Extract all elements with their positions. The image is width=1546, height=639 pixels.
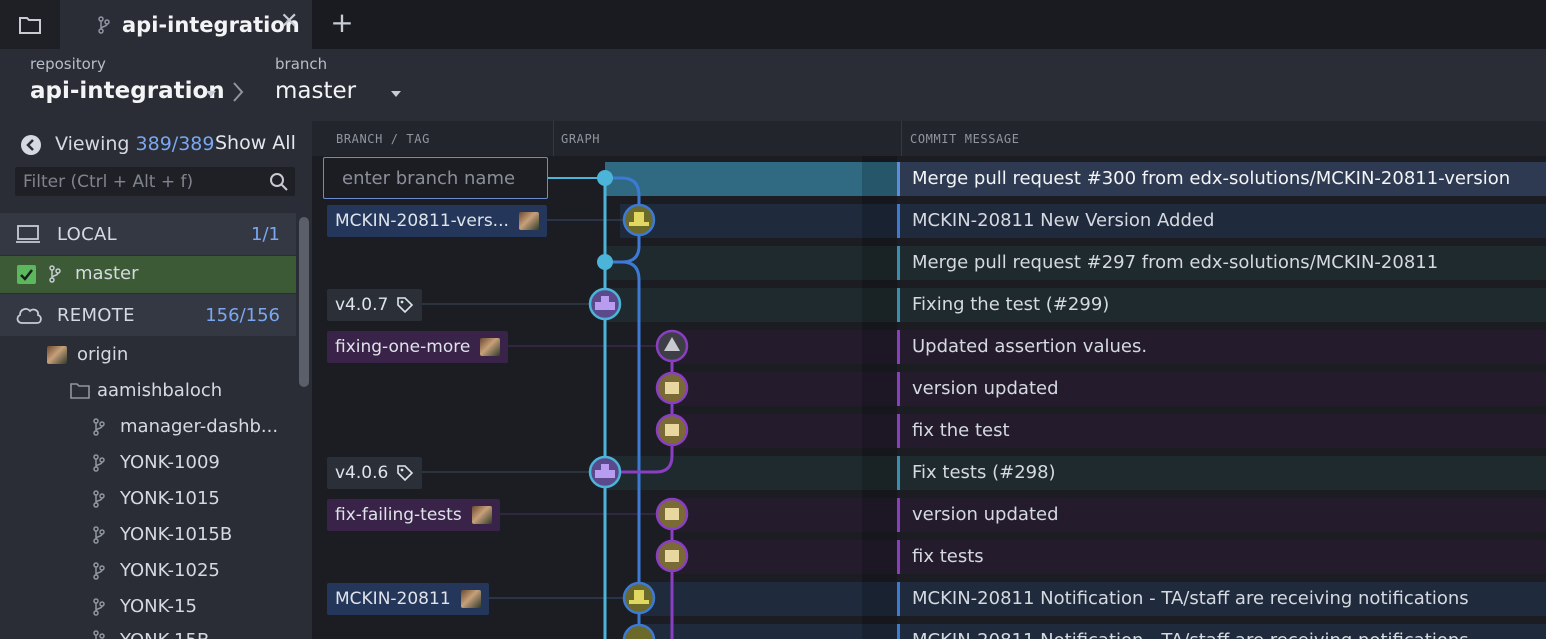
close-tab-icon[interactable]: ✕ [280,9,298,34]
sidebar-scroll-thumb[interactable] [299,217,309,387]
tab-title: api-integration [122,12,300,37]
avatar [480,338,501,356]
branch-icon [93,418,105,436]
local-label: LOCAL [57,223,117,245]
branch-icon [93,630,105,639]
sidebar-item-origin[interactable]: origin [77,344,128,365]
sidebar-item-master[interactable]: master [0,256,296,293]
branch-icon [93,490,105,508]
branch-name-input[interactable] [323,157,548,199]
tag-label-v407[interactable]: v4.0.7 [327,289,423,321]
remote-branch-label: manager-dashb... [120,416,279,437]
tab-api-integration[interactable]: api-integration ✕ [60,0,312,49]
branch-label-fixing-one-more[interactable]: fixing-one-more [327,331,509,363]
viewing-text: Viewing [55,133,130,155]
avatar [460,590,481,608]
sidebar-item-folder[interactable]: aamishbaloch [97,380,222,401]
branch-selector[interactable]: master [275,78,356,104]
remote-branch-label: YONK-15B [120,630,209,639]
avatar [471,506,492,524]
branch-label-mckin[interactable]: MCKIN-20811 [327,583,489,615]
commit-message[interactable]: Merge pull request #297 from edx-solutio… [912,252,1438,273]
filter-input[interactable] [15,167,295,196]
local-section[interactable]: LOCAL 1/1 [0,213,296,255]
collapse-panel-icon[interactable] [20,134,42,156]
commit-message[interactable]: version updated [912,378,1059,399]
repository-dropdown-icon[interactable] [206,91,216,97]
tag-label-text: v4.0.6 [335,463,389,483]
new-tab-button[interactable]: + [327,6,357,39]
remote-branch-label: YONK-15 [120,596,197,617]
remote-section[interactable]: REMOTE 156/156 [0,294,296,336]
branch-dropdown-icon[interactable] [391,91,401,97]
commit-message[interactable]: version updated [912,504,1059,525]
commit-message-column[interactable]: COMMIT MESSAGE [910,132,1020,146]
branch-label: branch [275,55,328,73]
repository-label: repository [30,55,106,73]
branch-tag-column[interactable]: BRANCH / TAG [336,132,430,146]
remote-label: REMOTE [57,304,135,326]
show-all-button[interactable]: Show All [215,132,296,154]
search-icon [270,173,288,191]
branch-label-mckin-version[interactable]: MCKIN-20811-vers... [327,205,547,237]
commit-message[interactable]: Merge pull request #300 from edx-solutio… [912,168,1510,189]
branch-icon [93,562,105,580]
origin-avatar [47,346,67,364]
chevron-right-icon [233,82,244,102]
branch-label-text: fix-failing-tests [335,505,462,525]
commit-message[interactable]: Fixing the test (#299) [912,294,1109,315]
commit-message[interactable]: Fix tests (#298) [912,462,1056,483]
repository-selector[interactable]: api-integration [30,78,225,104]
branch-icon [49,265,61,283]
branch-icon [93,598,105,616]
commit-message[interactable]: Updated assertion values. [912,336,1147,357]
branch-label-text: fixing-one-more [335,337,471,357]
branch-label-text: MCKIN-20811-vers... [335,211,509,231]
folder-icon [70,383,90,399]
checkbox-checked-icon[interactable] [17,265,36,284]
cloud-icon [16,308,42,324]
viewing-label: Viewing 389/389 [55,133,214,155]
commit-message[interactable]: fix the test [912,420,1010,441]
branch-label-fix-failing-tests[interactable]: fix-failing-tests [327,499,500,531]
branch-icon [98,15,110,34]
commit-message[interactable]: MCKIN-20811 Notification - TA/staff are … [912,630,1469,639]
sidebar-item-label: master [75,263,139,284]
commit-message[interactable]: fix tests [912,546,984,567]
column-divider[interactable] [901,121,902,156]
tag-label-v406[interactable]: v4.0.6 [327,457,423,489]
avatar [518,212,539,230]
graph-column[interactable]: GRAPH [561,132,600,146]
commit-message[interactable]: MCKIN-20811 Notification - TA/staff are … [912,588,1469,609]
laptop-icon [16,225,40,243]
local-count: 1/1 [251,223,280,245]
tag-icon [397,465,414,482]
column-divider[interactable] [553,121,554,156]
remote-branch-label: YONK-1015B [120,524,233,545]
folder-icon [19,16,41,34]
branch-icon [93,526,105,544]
remote-branch-label: YONK-1025 [120,560,220,581]
branch-icon [93,454,105,472]
viewing-count: 389/389 [135,133,215,155]
tag-icon [397,297,414,314]
branch-label-text: MCKIN-20811 [335,589,451,609]
commit-message[interactable]: MCKIN-20811 New Version Added [912,210,1214,231]
remote-branch-label: YONK-1015 [120,488,220,509]
repo-browser-button[interactable] [0,0,60,49]
remote-branch-label: YONK-1009 [120,452,220,473]
tag-label-text: v4.0.7 [335,295,389,315]
remote-count: 156/156 [205,304,280,326]
